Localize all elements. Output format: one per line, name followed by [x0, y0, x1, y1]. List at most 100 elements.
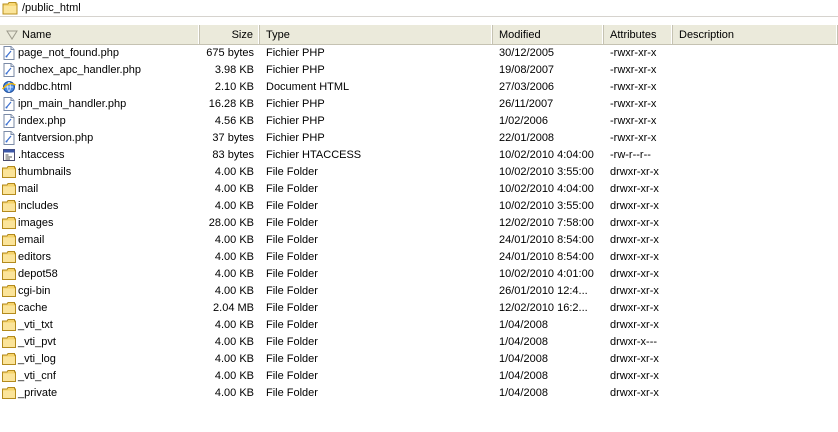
- file-description: [673, 316, 838, 333]
- file-name-cell: cache: [0, 299, 200, 316]
- table-row[interactable]: _vti_log 4.00 KB File Folder 1/04/2008 drwxr…: [0, 350, 838, 367]
- table-row[interactable]: email 4.00 KB File Folder 24/01/2010 8:54:0…: [0, 231, 838, 248]
- file-size: 16.28 KB: [208, 97, 254, 110]
- file-name-cell: includes: [0, 197, 200, 214]
- table-row[interactable]: images 28.00 KB File Folder 12/02/2010 7:58…: [0, 214, 838, 231]
- file-name: _private: [18, 386, 58, 399]
- file-attributes: drwxr-xr-x: [610, 250, 659, 263]
- file-name-cell: _vti_txt: [0, 316, 200, 333]
- file-name: .htaccess: [18, 148, 65, 161]
- folder-icon: [2, 335, 16, 349]
- file-description: [673, 197, 838, 214]
- file-modified: 27/03/2006: [499, 80, 555, 93]
- file-size: 2.10 KB: [214, 80, 254, 93]
- table-row[interactable]: cgi-bin 4.00 KB File Folder 26/01/2010 12:4…: [0, 282, 838, 299]
- file-type: File Folder: [266, 369, 318, 382]
- file-description: [673, 333, 838, 350]
- table-row[interactable]: thumbnails 4.00 KB File Folder 10/02/2010 3…: [0, 163, 838, 180]
- file-description: [673, 95, 838, 112]
- file-name: index.php: [18, 114, 66, 127]
- table-row[interactable]: page_not_found.php 675 bytes Fichier PHP 30…: [0, 44, 838, 61]
- file-name-cell: depot58: [0, 265, 200, 282]
- htaccess-file-icon: [2, 148, 16, 162]
- file-size: 83 bytes: [212, 148, 254, 161]
- column-header: Name Size Type Modified Attributes Descr…: [0, 24, 838, 45]
- file-modified: 10/02/2010 4:04:00: [499, 182, 594, 195]
- php-file-icon: [2, 113, 16, 128]
- folder-icon: [2, 386, 16, 400]
- table-row[interactable]: cache 2.04 MB File Folder 12/02/2010 16:2..…: [0, 299, 838, 316]
- column-attributes-label: Attributes: [610, 28, 657, 41]
- column-description[interactable]: Description: [673, 25, 838, 44]
- table-row[interactable]: nochex_apc_handler.php 3.98 KB Fichier PHP…: [0, 61, 838, 78]
- file-attributes: drwxr-xr-x: [610, 182, 659, 195]
- file-size: 4.00 KB: [214, 182, 254, 195]
- table-row[interactable]: ipn_main_handler.php 16.28 KB Fichier PHP 2…: [0, 95, 838, 112]
- file-name: email: [18, 233, 45, 246]
- folder-icon: [2, 301, 16, 315]
- file-attributes: drwxr-xr-x: [610, 369, 659, 382]
- file-description: [673, 299, 838, 316]
- file-name-cell: nddbc.html: [0, 78, 200, 95]
- file-type: File Folder: [266, 165, 318, 178]
- file-attributes: -rwxr-xr-x: [610, 114, 657, 127]
- file-type: Fichier HTACCESS: [266, 148, 362, 161]
- table-row[interactable]: _vti_pvt 4.00 KB File Folder 1/04/2008 drwxr…: [0, 333, 838, 350]
- column-type-label: Type: [266, 28, 290, 41]
- file-attributes: -rw-r--r--: [610, 148, 651, 161]
- folder-icon: [2, 2, 18, 15]
- column-attributes[interactable]: Attributes: [604, 25, 673, 44]
- file-size: 4.00 KB: [214, 386, 254, 399]
- column-size[interactable]: Size: [200, 25, 260, 44]
- table-row[interactable]: fantversion.php 37 bytes Fichier PHP 22/01/…: [0, 129, 838, 146]
- file-modified: 22/01/2008: [499, 131, 555, 144]
- table-row[interactable]: .htaccess 83 bytes Fichier HTACCESS 10/02/2…: [0, 146, 838, 163]
- file-name-cell: mail: [0, 180, 200, 197]
- column-type[interactable]: Type: [260, 25, 493, 44]
- file-attributes: drwxr-xr-x: [610, 165, 659, 178]
- file-name-cell: _private: [0, 384, 200, 401]
- file-name: page_not_found.php: [18, 46, 119, 59]
- file-name: ipn_main_handler.php: [18, 97, 127, 110]
- file-name: nddbc.html: [18, 80, 72, 93]
- file-name: depot58: [18, 267, 58, 280]
- file-size: 4.00 KB: [214, 318, 254, 331]
- file-modified: 12/02/2010 7:58:00: [499, 216, 594, 229]
- file-type: File Folder: [266, 352, 318, 365]
- table-row[interactable]: _vti_txt 4.00 KB File Folder 1/04/2008 drwxr…: [0, 316, 838, 333]
- file-modified: 1/04/2008: [499, 335, 548, 348]
- file-size: 3.98 KB: [214, 63, 254, 76]
- table-row[interactable]: _private 4.00 KB File Folder 1/04/2008 drwxr…: [0, 384, 838, 401]
- table-row[interactable]: _vti_cnf 4.00 KB File Folder 1/04/2008 drwxr…: [0, 367, 838, 384]
- table-row[interactable]: nddbc.html 2.10 KB Document HTML 27/03/2006…: [0, 78, 838, 95]
- file-attributes: drwxr-xr-x: [610, 352, 659, 365]
- file-name: fantversion.php: [18, 131, 94, 144]
- file-description: [673, 367, 838, 384]
- file-name: _vti_pvt: [18, 335, 56, 348]
- file-name: mail: [18, 182, 39, 195]
- file-description: [673, 78, 838, 95]
- php-file-icon: [2, 62, 16, 77]
- php-file-icon: [2, 45, 16, 60]
- table-row[interactable]: mail 4.00 KB File Folder 10/02/2010 4:04:00…: [0, 180, 838, 197]
- file-modified: 26/11/2007: [499, 97, 554, 110]
- file-attributes: drwxr-xr-x: [610, 284, 659, 297]
- file-type: Fichier PHP: [266, 46, 325, 59]
- table-row[interactable]: index.php 4.56 KB Fichier PHP 1/02/2006 -rwx…: [0, 112, 838, 129]
- folder-icon: [2, 352, 16, 366]
- column-description-label: Description: [679, 28, 735, 41]
- file-size: 2.04 MB: [213, 301, 254, 314]
- column-modified-label: Modified: [499, 28, 541, 41]
- table-row[interactable]: editors 4.00 KB File Folder 24/01/2010 8:54…: [0, 248, 838, 265]
- file-attributes: -rwxr-xr-x: [610, 63, 657, 76]
- file-name: thumbnails: [18, 165, 72, 178]
- file-name-cell: index.php: [0, 112, 200, 129]
- file-modified: 19/08/2007: [499, 63, 555, 76]
- table-row[interactable]: depot58 4.00 KB File Folder 10/02/2010 4:01…: [0, 265, 838, 282]
- column-name[interactable]: Name: [0, 25, 200, 44]
- file-description: [673, 231, 838, 248]
- file-type: File Folder: [266, 216, 318, 229]
- column-modified[interactable]: Modified: [493, 25, 604, 44]
- file-name: _vti_cnf: [18, 369, 56, 382]
- table-row[interactable]: includes 4.00 KB File Folder 10/02/2010 3:5…: [0, 197, 838, 214]
